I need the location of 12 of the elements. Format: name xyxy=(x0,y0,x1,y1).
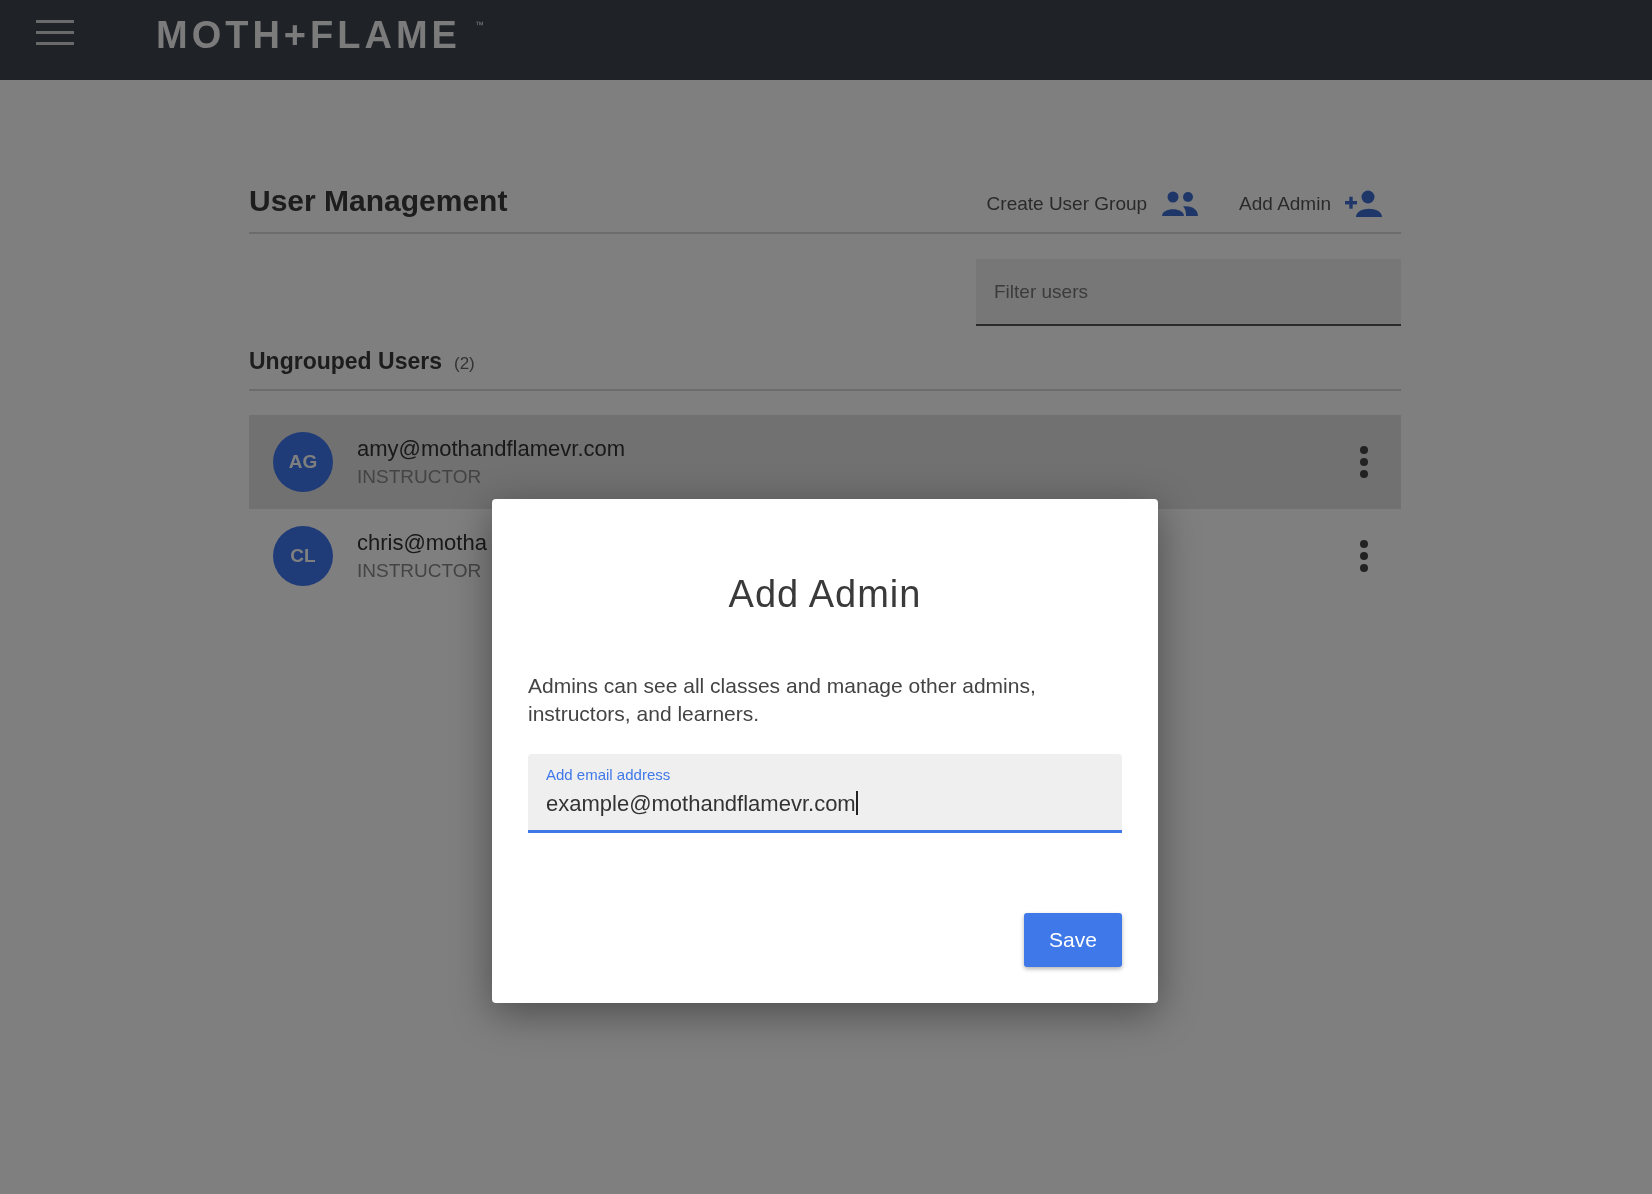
trademark: ™ xyxy=(474,20,484,30)
avatar: CL xyxy=(273,526,333,586)
dialog-description: Admins can see all classes and manage other admins, instructors, and learners. xyxy=(528,673,1037,727)
user-email: amy@mothandflamevr.com xyxy=(357,436,627,462)
user-count: (2) xyxy=(454,354,475,374)
logo: MOTH+FLAME xyxy=(156,14,461,57)
avatar: AG xyxy=(273,432,333,492)
dialog-title: Add Admin xyxy=(728,573,922,616)
user-role: INSTRUCTOR xyxy=(357,560,483,582)
user-email: chris@motha xyxy=(357,530,488,556)
section-title: Ungrouped Users xyxy=(249,348,442,375)
page-title: User Management xyxy=(249,184,508,218)
